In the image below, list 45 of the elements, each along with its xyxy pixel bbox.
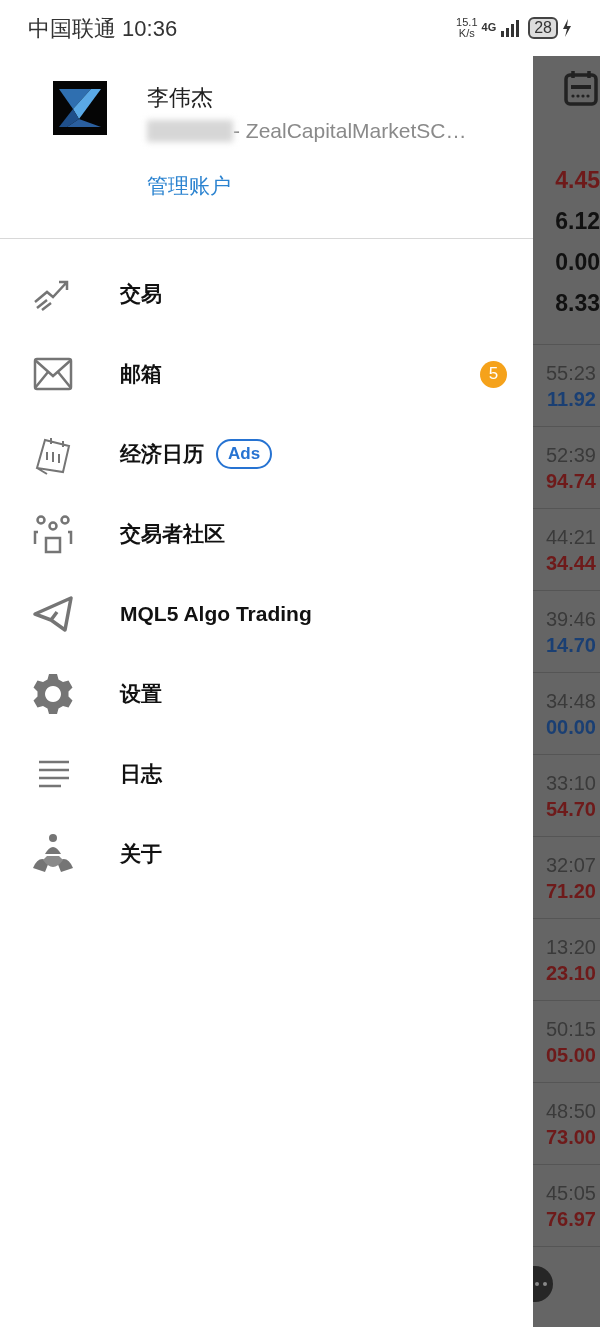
quote-price: 71.20	[545, 878, 596, 904]
menu-item[interactable]: 关于	[0, 814, 533, 894]
quote-price: 54.70	[545, 796, 596, 822]
menu-label: 设置	[120, 681, 162, 708]
menu-label: 经济日历	[120, 441, 204, 468]
ads-tag: Ads	[216, 439, 273, 469]
network-speed: 15.1	[456, 17, 478, 28]
quote-price: 23.10	[545, 960, 596, 986]
menu-label: 日志	[120, 761, 162, 788]
menu-item[interactable]: 交易	[0, 254, 533, 334]
battery-level: 28	[528, 17, 558, 39]
price-value: 0.00	[555, 248, 600, 277]
carrier-time: 中国联通 10:36	[28, 14, 178, 43]
speed-unit: K/s	[458, 28, 475, 39]
quote-price: 34.44	[545, 550, 596, 576]
charging-icon	[562, 18, 572, 38]
menu-label: MQL5 Algo Trading	[120, 601, 312, 628]
quote-price: 73.00	[545, 1124, 596, 1150]
network-type: 4G	[481, 20, 497, 35]
broker-logo-icon	[53, 81, 107, 135]
menu-item[interactable]: MQL5 Algo Trading	[0, 574, 533, 654]
menu-item[interactable]: 交易者社区	[0, 494, 533, 574]
price-value: 4.45	[555, 166, 600, 195]
quote-price: 94.74	[545, 468, 596, 494]
signal-icon	[500, 19, 521, 37]
quote-price: 05.00	[545, 1042, 596, 1068]
menu-label: 交易者社区	[120, 521, 225, 548]
price-value: 8.33	[555, 289, 600, 318]
unread-count: 5	[480, 360, 507, 388]
account-name: 李伟杰	[147, 84, 214, 112]
manage-accounts-link[interactable]: 管理账户	[147, 169, 231, 201]
menu-label: 邮箱	[120, 361, 162, 388]
calendar-icon	[564, 70, 598, 106]
menu-item[interactable]: 日志	[0, 734, 533, 814]
menu-label: 交易	[120, 281, 162, 308]
server-name: - ZealCapitalMarketSC…	[233, 118, 467, 144]
menu-item[interactable]: 设置	[0, 654, 533, 734]
menu-item[interactable]: 经济日历 Ads	[0, 414, 533, 494]
quote-price: 76.97	[545, 1206, 596, 1232]
quote-price: 00.00	[545, 714, 596, 740]
price-value: 6.12	[555, 207, 600, 236]
quote-price: 11.92	[547, 386, 596, 412]
menu-label: 关于	[120, 841, 162, 868]
quote-price: 14.70	[545, 632, 596, 658]
menu-item[interactable]: 邮箱 5	[0, 334, 533, 414]
